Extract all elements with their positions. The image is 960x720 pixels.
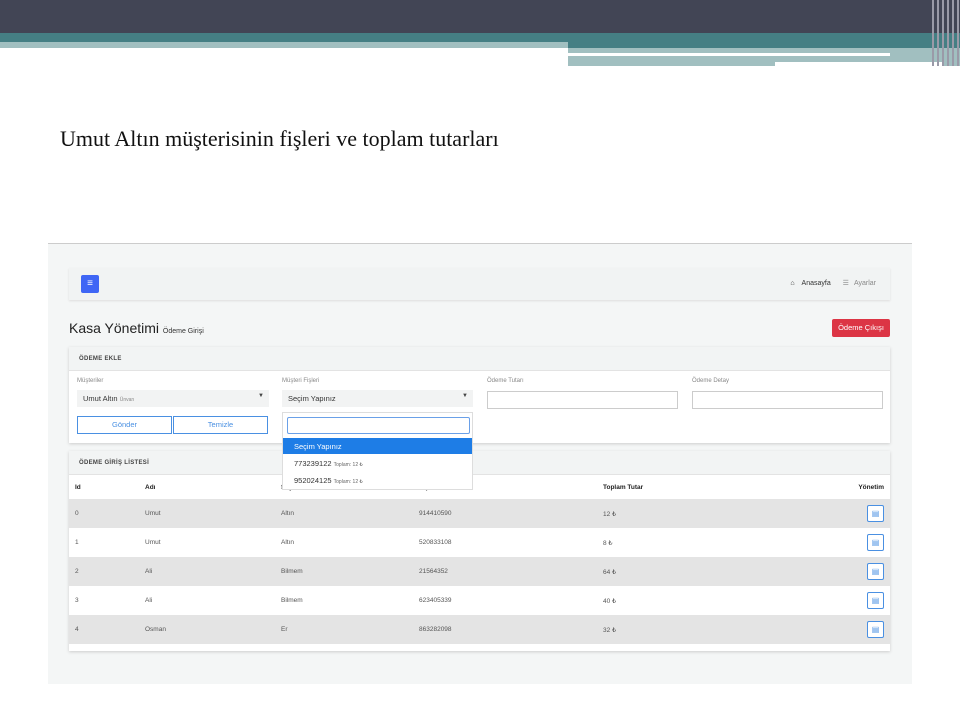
slide-header-line [568,53,890,56]
dropdown-option[interactable]: 952024125 Toplam: 12 ₺ [283,472,472,488]
col-manage: Yönetim [858,483,884,491]
cell-name: Ali [145,597,153,604]
cell-actions: ▤ [767,499,890,528]
col-total: Toplam Tutar [603,483,644,491]
cell-surname: Altın [275,499,413,528]
receipts-select[interactable]: Seçim Yapınız ▼ [282,390,473,407]
table-row: 1 Umut Altın 520833108 8 ₺ ▤ [69,528,890,557]
cell-total: 40 ₺ [603,597,617,605]
settings-link[interactable]: ☰ Ayarlar [838,280,876,287]
detail-input[interactable] [692,391,883,409]
payment-list-card: ÖDEME GİRİŞ LİSTESİ Id Adı Soyadı Fiş No… [69,451,890,651]
cell-total: 64 ₺ [597,557,768,586]
chevron-down-icon: ▼ [462,393,468,399]
col-name: Adı [145,483,156,491]
cell-surname: Bilmem [275,557,413,586]
table-row: 0 Umut Altın 914410590 12 ₺ ▤ [69,499,890,528]
cell-actions: ▤ [767,586,890,615]
cell-name: Osman [139,615,275,644]
app-screenshot: ≡ ⌂ Anasayfa ☰ Ayarlar Kasa Yönetimi Ödem… [48,243,912,684]
detail-label: Ödeme Detay [692,378,730,384]
payment-add-card: ÖDEME EKLE Müşteriler Umut Altın Ünvan ▼ … [69,347,890,443]
customers-label: Müşteriler [77,378,104,384]
amount-label: Ödeme Tutarı [487,378,524,384]
cell-receipt: 520833108 [419,539,452,546]
customers-select[interactable]: Umut Altın Ünvan ▼ [77,390,269,407]
receipts-label: Müşteri Fişleri [282,378,320,384]
chevron-down-icon: ▼ [258,393,264,399]
slide-title: Umut Altın müşterisinin fişleri ve topla… [60,126,499,151]
slide-header-light [0,42,568,48]
document-icon[interactable]: ▤ [867,505,884,522]
cell-surname: Bilmem [281,597,303,604]
slide-header-stripes [932,0,960,66]
payment-exit-button[interactable]: Ödeme Çıkışı [832,319,890,337]
dropdown-option[interactable]: Seçim Yapınız [283,438,472,454]
document-icon[interactable]: ▤ [867,563,884,580]
home-link[interactable]: ⌂ Anasayfa [785,280,830,287]
cell-id: 2 [69,557,139,586]
payment-table: Id Adı Soyadı Fiş No Toplam Tutar Yöneti… [69,475,890,644]
cell-id: 3 [75,597,79,604]
send-button[interactable]: Gönder [77,416,172,434]
home-icon: ⌂ [790,280,795,287]
slide-header-dark [0,0,960,33]
col-id: Id [75,483,81,491]
menu-toggle-button[interactable]: ≡ [81,275,99,293]
cell-surname: Altın [281,539,295,546]
settings-icon: ☰ [842,280,849,287]
dropdown-search-input[interactable] [287,417,470,434]
table-row: 3 Ali Bilmem 623405339 40 ₺ ▤ [69,586,890,615]
cell-id: 1 [75,539,79,546]
nav-links: ⌂ Anasayfa ☰ Ayarlar [780,279,876,287]
amount-input[interactable] [487,391,678,409]
cell-total: 12 ₺ [597,499,768,528]
dropdown-option[interactable]: 773239122 Toplam: 12 ₺ [283,455,472,471]
cell-receipt: 914410590 [413,499,597,528]
cell-id: 0 [69,499,139,528]
cell-receipt: 21564352 [413,557,597,586]
page-title: Kasa Yönetimi Ödeme Girişi [69,320,204,336]
cell-name: Umut [139,499,275,528]
table-row: 4 Osman Er 863282098 32 ₺ ▤ [69,615,890,644]
cell-total: 32 ₺ [597,615,768,644]
cell-total: 8 ₺ [603,539,613,547]
receipts-dropdown: Seçim Yapınız 773239122 Toplam: 12 ₺ 952… [282,412,473,490]
cell-receipt: 863282098 [413,615,597,644]
cell-actions: ▤ [767,615,890,644]
document-icon[interactable]: ▤ [867,621,884,638]
cell-name: Umut [145,539,161,546]
navbar: ≡ ⌂ Anasayfa ☰ Ayarlar [69,268,890,300]
cell-name: Ali [139,557,275,586]
cell-receipt: 623405339 [419,597,452,604]
card-title: ÖDEME GİRİŞ LİSTESİ [69,451,890,475]
cell-id: 4 [69,615,139,644]
table-header: Id Adı Soyadı Fiş No Toplam Tutar Yöneti… [69,475,890,499]
cell-actions: ▤ [767,557,890,586]
clear-button[interactable]: Temizle [173,416,268,434]
card-title: ÖDEME EKLE [69,347,890,371]
cell-actions: ▤ [767,528,890,557]
document-icon[interactable]: ▤ [867,592,884,609]
document-icon[interactable]: ▤ [867,534,884,551]
page-subtitle: Ödeme Girişi [162,328,204,335]
table-row: 2 Ali Bilmem 21564352 64 ₺ ▤ [69,557,890,586]
cell-surname: Er [275,615,413,644]
slide-header-block [775,62,943,66]
